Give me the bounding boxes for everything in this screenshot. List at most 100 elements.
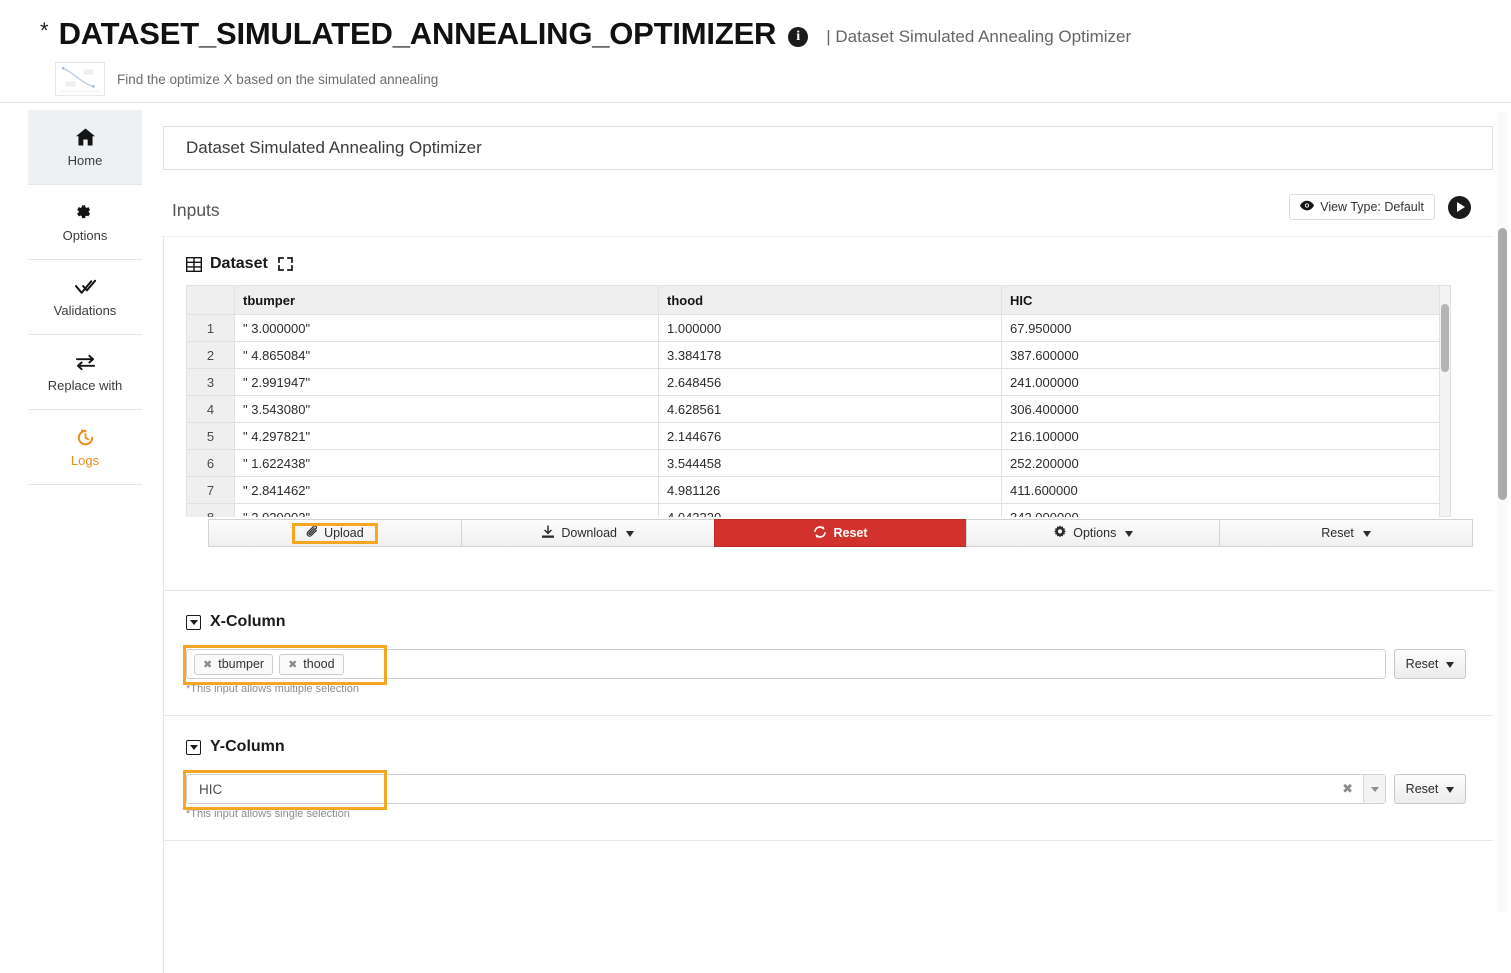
- cell-hic[interactable]: 241.000000: [1001, 368, 1440, 396]
- table-row[interactable]: 6 " 1.622438" 3.544458 252.200000: [186, 449, 1440, 477]
- row-index: 2: [186, 341, 235, 369]
- y-column-reset-label: Reset: [1405, 782, 1439, 796]
- table-row[interactable]: 8 " 2.929002" 4.043220 342.000000: [186, 503, 1440, 517]
- cell-tbumper[interactable]: " 4.297821": [234, 422, 659, 450]
- reset-button[interactable]: Reset: [713, 519, 968, 547]
- exchange-icon: [75, 352, 96, 373]
- cell-tbumper[interactable]: " 4.865084": [234, 341, 659, 369]
- cell-tbumper[interactable]: " 3.000000": [234, 314, 659, 342]
- x-column-input[interactable]: ✖ tbumper ✖ thood: [183, 645, 1386, 685]
- sidebar-item-home[interactable]: Home: [28, 110, 142, 185]
- cell-thood[interactable]: 3.384178: [658, 341, 1002, 369]
- view-type-button[interactable]: View Type: Default: [1289, 194, 1435, 220]
- table-row[interactable]: 1 " 3.000000" 1.000000 67.950000: [186, 314, 1440, 342]
- table-header-cell: tbumper: [234, 285, 659, 315]
- cell-thood[interactable]: 3.544458: [658, 449, 1002, 477]
- gear-icon: [1053, 525, 1067, 542]
- eye-icon: [1300, 200, 1315, 214]
- expand-icon[interactable]: [277, 257, 293, 271]
- cell-tbumper[interactable]: " 2.991947": [234, 368, 659, 396]
- tag-label: tbumper: [218, 657, 265, 671]
- reset-dropdown-button[interactable]: Reset: [1219, 519, 1473, 547]
- cell-hic[interactable]: 387.600000: [1001, 341, 1440, 369]
- cell-tbumper[interactable]: " 3.543080": [234, 395, 659, 423]
- options-label: Options: [1073, 526, 1117, 540]
- run-button[interactable]: [1448, 195, 1471, 219]
- sidebar-item-logs[interactable]: Logs: [28, 410, 142, 485]
- header-divider: [0, 102, 1511, 103]
- row-index: 7: [186, 476, 235, 504]
- sidebar-item-label: Options: [62, 227, 108, 243]
- cell-thood[interactable]: 2.648456: [658, 368, 1002, 396]
- download-button[interactable]: Download: [460, 519, 715, 547]
- favorite-star-icon[interactable]: *: [40, 20, 49, 48]
- sidebar-item-validations[interactable]: Validations: [28, 260, 142, 335]
- close-icon[interactable]: ✖: [288, 658, 297, 671]
- row-index: 4: [186, 395, 235, 423]
- y-column-title: Y-Column: [210, 738, 285, 755]
- row-index: 1: [186, 314, 235, 342]
- row-index: 5: [186, 422, 235, 450]
- page-scrollbar-thumb[interactable]: [1498, 228, 1507, 500]
- tag-chip[interactable]: ✖ tbumper: [194, 653, 274, 675]
- x-column-header[interactable]: X-Column: [186, 613, 1493, 631]
- dropdown-toggle[interactable]: [1363, 775, 1385, 803]
- y-column-reset-button[interactable]: Reset: [1394, 774, 1466, 804]
- inputs-header-row: Inputs View Type: Default: [163, 190, 1493, 230]
- cell-hic[interactable]: 411.600000: [1001, 476, 1440, 504]
- dataset-section-title: Dataset: [210, 255, 268, 272]
- y-column-header[interactable]: Y-Column: [186, 738, 1493, 756]
- cell-hic[interactable]: 216.100000: [1001, 422, 1440, 450]
- chevron-down-icon: [1370, 786, 1379, 792]
- table-row[interactable]: 5 " 4.297821" 2.144676 216.100000: [186, 422, 1440, 450]
- table-row[interactable]: 7 " 2.841462" 4.981126 411.600000: [186, 476, 1440, 504]
- panel-title: Dataset Simulated Annealing Optimizer: [163, 126, 1493, 170]
- cell-thood[interactable]: 4.628561: [658, 395, 1002, 423]
- cell-tbumper[interactable]: " 1.622438": [234, 449, 659, 477]
- sidebar-item-label: Validations: [53, 302, 117, 318]
- sidebar-item-options[interactable]: Options: [28, 185, 142, 260]
- y-column-field-row: HIC ✖ Reset: [183, 770, 1466, 810]
- table-header-row: tbumper thood HIC: [186, 285, 1440, 315]
- cell-hic[interactable]: 306.400000: [1001, 395, 1440, 423]
- cell-thood[interactable]: 1.000000: [658, 314, 1002, 342]
- table-scrollbar[interactable]: [1440, 285, 1451, 517]
- upload-button[interactable]: Upload: [208, 519, 462, 547]
- cell-thood[interactable]: 2.144676: [658, 422, 1002, 450]
- cell-thood[interactable]: 4.981126: [658, 476, 1002, 504]
- tag-label: thood: [303, 657, 335, 671]
- table-scrollbar-thumb[interactable]: [1441, 304, 1449, 372]
- dataset-section-header: Dataset: [185, 255, 1493, 273]
- collapse-toggle-icon[interactable]: [186, 739, 201, 755]
- play-icon: [1457, 202, 1465, 212]
- cell-tbumper[interactable]: " 2.929002": [234, 503, 659, 517]
- reset-label: Reset: [833, 526, 868, 540]
- cell-tbumper[interactable]: " 2.841462": [234, 476, 659, 504]
- cell-hic[interactable]: 342.000000: [1001, 503, 1440, 517]
- cell-thood[interactable]: 4.043220: [658, 503, 1002, 517]
- view-type-label: View Type: Default: [1320, 200, 1424, 214]
- close-icon[interactable]: ✖: [203, 658, 212, 671]
- chevron-down-icon: [625, 531, 634, 537]
- table-row[interactable]: 2 " 4.865084" 3.384178 387.600000: [186, 341, 1440, 369]
- table-row[interactable]: 3 " 2.991947" 2.648456 241.000000: [186, 368, 1440, 396]
- history-icon: [76, 427, 95, 448]
- reset-dropdown-label: Reset: [1321, 526, 1354, 540]
- cell-hic[interactable]: 67.950000: [1001, 314, 1440, 342]
- x-column-reset-button[interactable]: Reset: [1394, 649, 1466, 679]
- collapse-toggle-icon[interactable]: [186, 614, 201, 630]
- tag-chip[interactable]: ✖ thood: [279, 653, 344, 675]
- chart-thumbnail-icon: [55, 62, 105, 96]
- y-column-hint: *This input allows single selection: [186, 808, 350, 820]
- x-column-hint: *This input allows multiple selection: [186, 683, 360, 695]
- table-row[interactable]: 4 " 3.543080" 4.628561 306.400000: [186, 395, 1440, 423]
- cell-hic[interactable]: 252.200000: [1001, 449, 1440, 477]
- title-row: * DATASET_SIMULATED_ANNEALING_OPTIMIZER …: [40, 16, 1131, 52]
- dataset-table-viewport: tbumper thood HIC 1 " 3.000000" 1.000000: [186, 285, 1451, 517]
- sidebar-item-replace-with[interactable]: Replace with: [28, 335, 142, 410]
- clear-icon[interactable]: ✖: [1332, 781, 1363, 797]
- info-icon[interactable]: i: [788, 27, 809, 47]
- y-column-input[interactable]: HIC ✖: [183, 770, 1386, 810]
- sidebar-item-label: Replace with: [47, 377, 123, 393]
- options-button[interactable]: Options: [966, 519, 1221, 547]
